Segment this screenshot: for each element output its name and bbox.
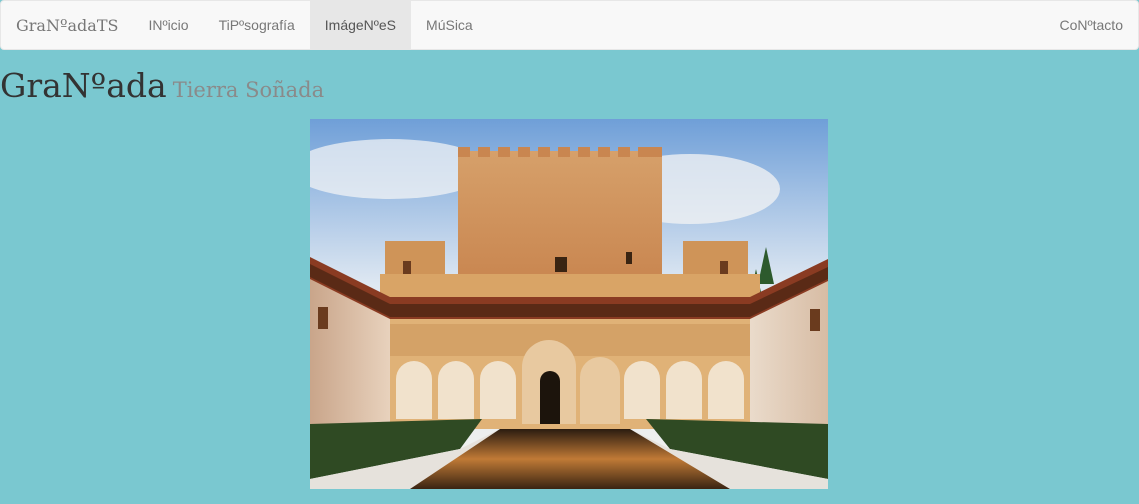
nav-item-contacto[interactable]: CoNºtacto: [1045, 1, 1138, 49]
nav-right-group: CoNºtacto: [1045, 1, 1138, 49]
photo-tower: [458, 147, 662, 281]
nav-menu: INºicio TiPºsografía ImágeNºeS MúSica: [133, 1, 487, 49]
page-subtitle: Tierra Soñada: [172, 78, 325, 102]
photo-window: [318, 307, 328, 329]
photo-arcade: [390, 319, 750, 429]
nav-item-tipografia[interactable]: TiPºsografía: [204, 1, 310, 49]
page-heading: GraNºada Tierra Soñada: [0, 66, 324, 105]
photo-window: [403, 261, 411, 275]
nav-item-inicio[interactable]: INºicio: [133, 1, 203, 49]
page-title: GraNºada: [0, 66, 167, 105]
top-navbar: GraNºadaTS INºicio TiPºsografía ImágeNºe…: [0, 0, 1139, 50]
nav-item-imagenes[interactable]: ImágeNºeS: [309, 1, 412, 49]
navbar-brand[interactable]: GraNºadaTS: [1, 1, 133, 49]
photo-window: [720, 261, 728, 275]
alhambra-photo: [310, 119, 828, 489]
photo-window: [810, 309, 820, 331]
nav-item-musica[interactable]: MúSica: [411, 1, 488, 49]
